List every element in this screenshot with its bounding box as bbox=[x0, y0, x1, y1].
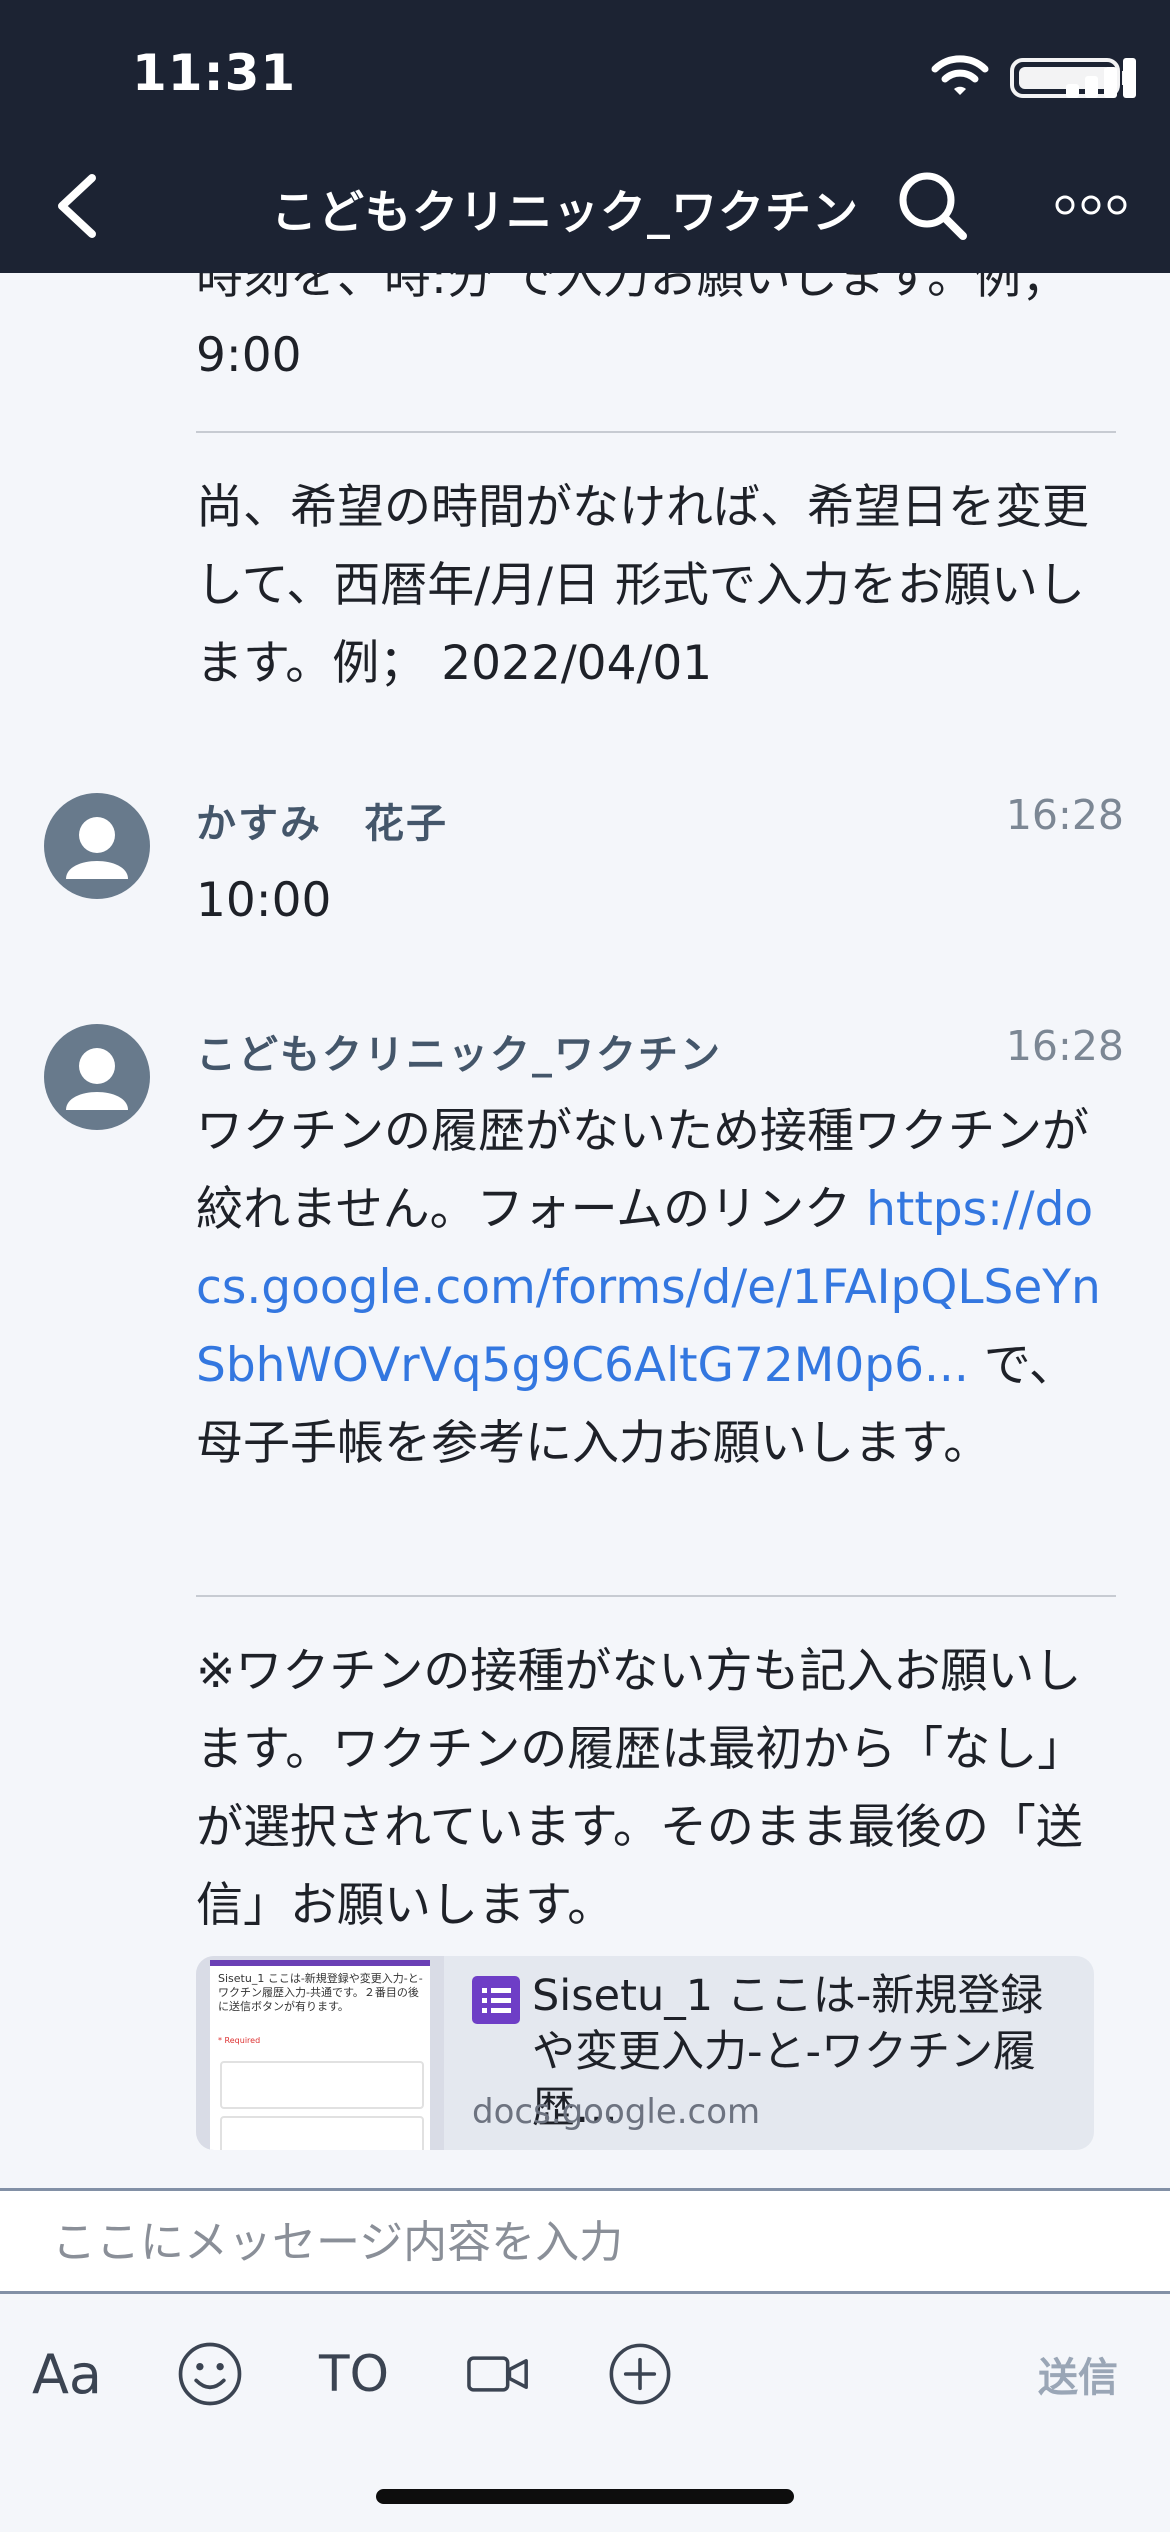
link-preview-domain: docs.google.com bbox=[472, 2092, 761, 2132]
text-format-button[interactable]: Aa bbox=[30, 2334, 104, 2414]
link-preview-card[interactable]: Sisetu_1 ここは-新規登録や変更入力-と-ワクチン履歴入力-共通です。２… bbox=[196, 1956, 1094, 2150]
status-time: 11:31 bbox=[132, 44, 297, 102]
more-options-icon[interactable] bbox=[1055, 190, 1127, 220]
thumbnail-required: * Required bbox=[218, 2036, 261, 2045]
message-input-area bbox=[0, 2188, 1170, 2294]
message-text: ワクチンの履歴がないため接種ワクチンが絞れません。フォームのリンク https:… bbox=[196, 1093, 1116, 1483]
user-silhouette-icon bbox=[66, 1048, 128, 1110]
message-time: 16:28 bbox=[1005, 791, 1124, 839]
message-time: 16:28 bbox=[1005, 1022, 1124, 1070]
message-text: 9:00 bbox=[196, 328, 302, 383]
composer-toolbar: Aa TO 送信 bbox=[0, 2294, 1170, 2532]
sender-name[interactable]: かすみ 花子 bbox=[196, 791, 448, 849]
video-call-icon[interactable] bbox=[462, 2334, 534, 2414]
battery-icon bbox=[1010, 58, 1128, 98]
link-preview-thumbnail: Sisetu_1 ここは-新規登録や変更入力-と-ワクチン履歴入力-共通です。２… bbox=[196, 1956, 444, 2150]
home-indicator bbox=[376, 2489, 794, 2504]
message-text-partial: 時刻を、時:分 で入力お願いします。例； bbox=[196, 273, 1069, 305]
search-icon[interactable] bbox=[895, 168, 970, 243]
to-mention-button[interactable]: TO bbox=[312, 2334, 396, 2414]
header-bar: 11:31 こどもクリニック_ワクチン bbox=[0, 0, 1170, 273]
thumbnail-heading: Sisetu_1 ここは-新規登録や変更入力-と-ワクチン履歴入力-共通です。２… bbox=[218, 1972, 423, 2013]
avatar[interactable] bbox=[44, 1024, 150, 1130]
send-button[interactable]: 送信 bbox=[1028, 2334, 1128, 2414]
sender-name[interactable]: こどもクリニック_ワクチン bbox=[196, 1022, 722, 1080]
user-silhouette-icon bbox=[66, 817, 128, 879]
avatar[interactable] bbox=[44, 793, 150, 899]
google-forms-icon bbox=[472, 1976, 520, 2024]
wifi-icon bbox=[931, 55, 989, 95]
emoji-icon[interactable] bbox=[172, 2334, 248, 2414]
message-divider bbox=[196, 1595, 1116, 1597]
message-text: 10:00 bbox=[196, 873, 332, 928]
message-divider bbox=[196, 431, 1116, 433]
add-attachment-icon[interactable] bbox=[602, 2334, 678, 2414]
chat-timeline[interactable]: 時刻を、時:分 で入力お願いします。例； 9:00 尚、希望の時間がなければ、希… bbox=[0, 273, 1170, 2188]
message-text: ※ワクチンの接種がない方も記入お願いします。ワクチンの履歴は最初から「なし」が選… bbox=[196, 1644, 1085, 1933]
message-input[interactable] bbox=[50, 2205, 1134, 2279]
message-text: 尚、希望の時間がなければ、希望日を変更して、西暦年/月/日 形式で入力をお願いし… bbox=[196, 480, 1089, 691]
